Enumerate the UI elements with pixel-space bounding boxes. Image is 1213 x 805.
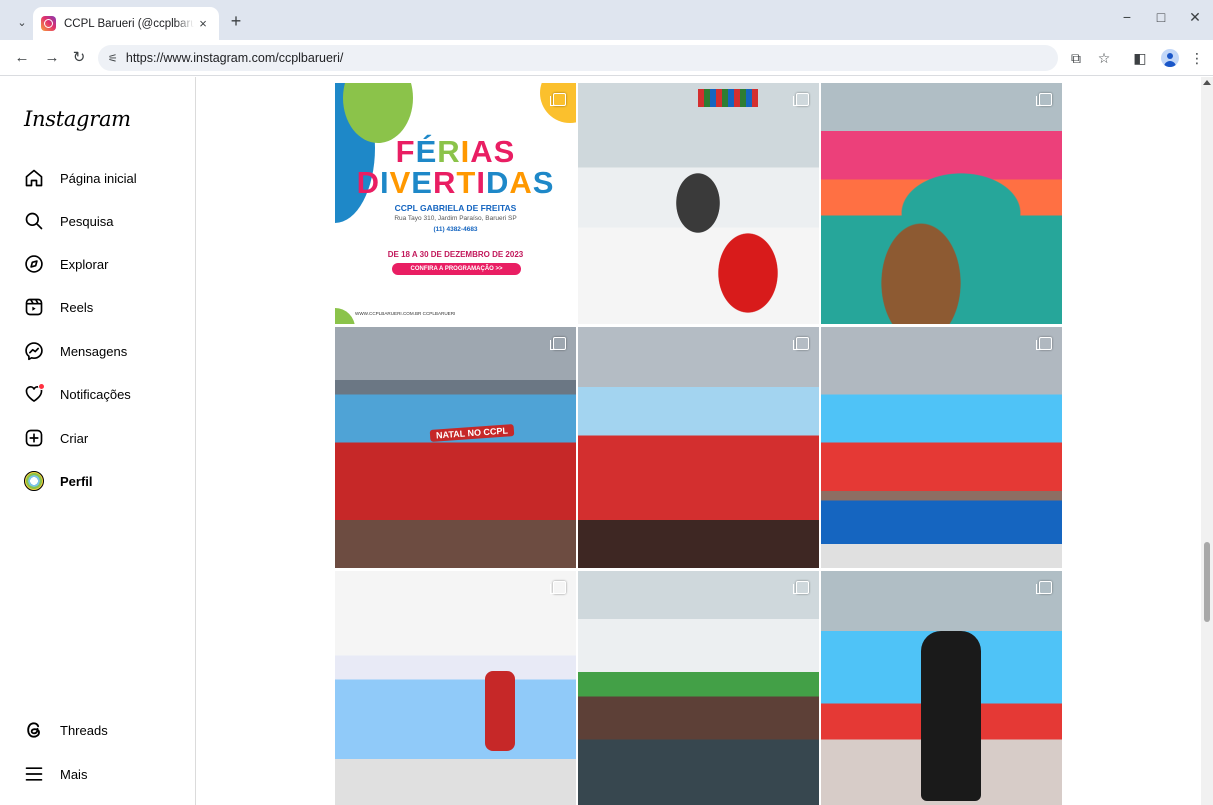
tab-title: CCPL Barueri (@ccplbarueri) • Fotos e ví… — [64, 17, 194, 30]
heart-icon — [24, 383, 45, 404]
nav-home-label: Página inicial — [60, 170, 137, 186]
nav-more-label: Mais — [60, 766, 88, 782]
cast-icon[interactable]: ⧉ — [1067, 49, 1085, 67]
instagram-logo[interactable]: Instagram — [24, 107, 131, 131]
nav-search-label: Pesquisa — [60, 213, 114, 229]
back-arrow-icon[interactable]: ← — [12, 48, 32, 68]
post-dancer-photo[interactable] — [821, 571, 1062, 805]
post-flyer-ferias-divertidas[interactable]: FÉRIAS DIVERTIDAS CCPL GABRIELA DE FREIT… — [335, 83, 576, 324]
browser-toolbar: ← → ↻ ⚟ https://www.instagram.com/ccplba… — [0, 40, 1213, 76]
nav-reels-label: Reels — [60, 299, 94, 315]
carousel-icon — [550, 581, 566, 594]
post-banner-text: NATAL NO CCPL — [429, 424, 515, 442]
nav-notifications-label: Notificações — [60, 386, 131, 402]
scroll-up-arrow-icon[interactable] — [1203, 80, 1211, 85]
messenger-icon — [24, 341, 44, 361]
post-classroom-photo[interactable] — [578, 83, 819, 324]
forward-arrow-icon[interactable]: → — [42, 48, 62, 68]
nav-home[interactable]: Página inicial — [12, 158, 184, 198]
nav-create[interactable]: Criar — [12, 418, 184, 458]
carousel-icon — [793, 93, 809, 106]
carousel-icon — [550, 93, 566, 106]
browser-tabstrip: ⌄ CCPL Barueri (@ccplbarueri) • Fotos e … — [0, 0, 1213, 40]
nav-create-label: Criar — [60, 430, 89, 446]
nav-profile-label: Perfil — [60, 473, 93, 489]
notification-dot — [38, 383, 45, 390]
profile-avatar-icon[interactable] — [1161, 49, 1179, 67]
url-text: https://www.instagram.com/ccplbarueri/ — [125, 51, 344, 65]
nav-threads[interactable]: Threads — [12, 710, 184, 750]
nav-more[interactable]: Mais — [12, 754, 184, 794]
carousel-icon — [550, 337, 566, 350]
post-christmas-dance-photo[interactable] — [578, 327, 819, 568]
nav-profile[interactable]: Perfil — [12, 461, 184, 501]
threads-icon — [24, 720, 44, 740]
compass-icon — [24, 254, 44, 274]
tab-search-chevron-icon[interactable]: ⌄ — [10, 10, 34, 34]
profile-posts-area: FÉRIAS DIVERTIDAS CCPL GABRIELA DE FREIT… — [197, 77, 1201, 805]
site-info-icon[interactable]: ⚟ — [108, 52, 118, 65]
reels-icon — [24, 297, 44, 317]
carousel-icon — [793, 581, 809, 594]
post-christmas-stage-line-photo[interactable] — [821, 327, 1062, 568]
carousel-icon — [1036, 337, 1052, 350]
nav-explore-label: Explorar — [60, 256, 109, 272]
post-audience-photo[interactable] — [578, 571, 819, 805]
nav-messages[interactable]: Mensagens — [12, 331, 184, 371]
flyer-title-line2: DIVERTIDAS — [356, 165, 555, 200]
close-window-button[interactable]: ✕ — [1185, 9, 1205, 26]
menu-icon — [24, 764, 44, 784]
post-christmas-group-photo[interactable]: NATAL NO CCPL — [335, 327, 576, 568]
post-kids-ballet-photo[interactable] — [335, 571, 576, 805]
maximize-button[interactable]: □ — [1151, 9, 1171, 25]
nav-explore[interactable]: Explorar — [12, 244, 184, 284]
nav-notifications[interactable]: Notificações — [12, 374, 184, 414]
flyer-phone: (11) 4382-4683 — [433, 226, 478, 233]
tab-close-icon[interactable]: × — [195, 16, 211, 31]
nav-reels[interactable]: Reels — [12, 287, 184, 327]
page-scrollbar[interactable] — [1201, 77, 1213, 805]
scrollbar-thumb[interactable] — [1204, 542, 1210, 622]
home-icon — [24, 168, 44, 188]
address-bar[interactable]: ⚟ https://www.instagram.com/ccplbarueri/ — [98, 45, 1058, 71]
side-panel-icon[interactable]: ◧ — [1131, 49, 1149, 67]
flyer-cta: CONFIRA A PROGRAMAÇÃO >> — [392, 263, 521, 275]
minimize-button[interactable]: − — [1117, 9, 1137, 25]
nav-messages-label: Mensagens — [60, 343, 128, 359]
flyer-dates: DE 18 A 30 DE DEZEMBRO DE 2023 — [387, 250, 524, 259]
nav-search[interactable]: Pesquisa — [12, 201, 184, 241]
profile-avatar — [24, 471, 44, 491]
flyer-address: Rua Tayo 310, Jardim Paraíso, Barueri SP — [394, 215, 517, 222]
new-tab-button[interactable]: + — [226, 12, 246, 32]
plus-square-icon — [24, 428, 44, 448]
flyer-footer: WWW.CCPLBARUERI.COM.BR CCPLBARUERI — [355, 311, 456, 316]
bookmark-star-icon[interactable]: ☆ — [1095, 49, 1113, 67]
instagram-favicon-icon — [41, 16, 56, 31]
carousel-icon — [1036, 93, 1052, 106]
reload-icon[interactable]: ↻ — [69, 48, 89, 68]
kebab-menu-icon[interactable]: ⋮ — [1188, 49, 1206, 67]
instagram-sidebar: Instagram Página inicial Pesquisa Explor… — [0, 77, 196, 805]
flyer-school: CCPL GABRIELA DE FREITAS — [394, 203, 517, 213]
search-icon — [24, 211, 44, 231]
flyer-title-line1: FÉRIAS — [395, 134, 516, 169]
carousel-icon — [1036, 581, 1052, 594]
browser-tab-active[interactable]: CCPL Barueri (@ccplbarueri) • Fotos e ví… — [33, 7, 219, 40]
carousel-icon — [793, 337, 809, 350]
nav-threads-label: Threads — [60, 722, 108, 738]
post-crafts-workshop-photo[interactable] — [821, 83, 1062, 324]
